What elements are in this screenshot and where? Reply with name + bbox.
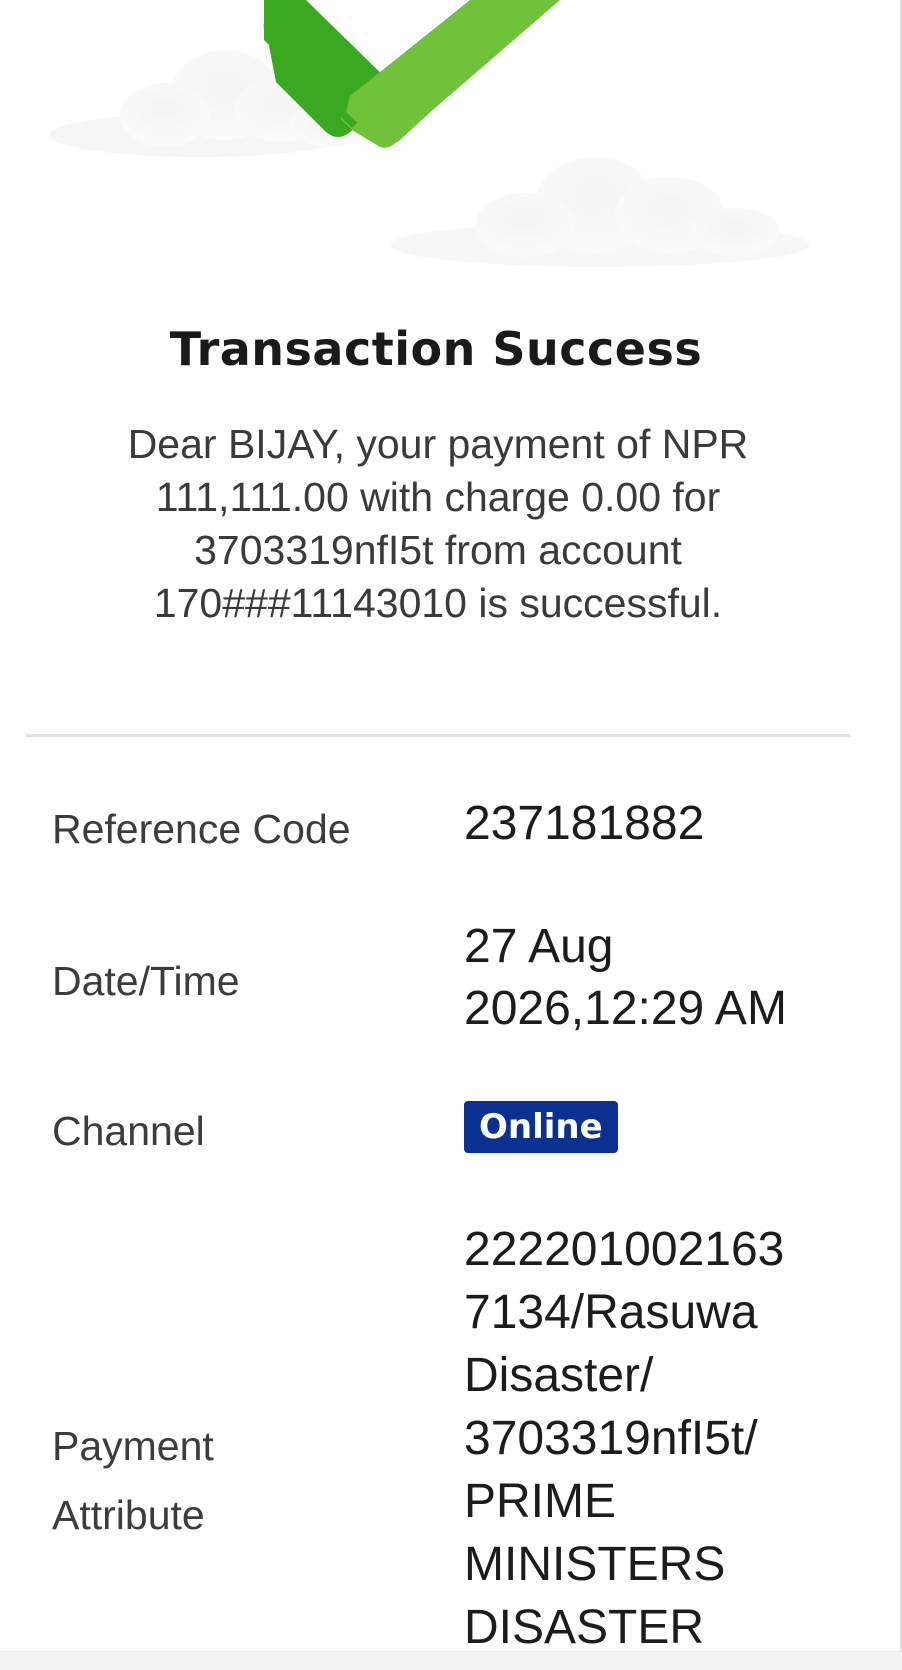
date-time-value-time: 2026,12:29 AM [464,982,787,1035]
date-time-value-date: 27 Aug [464,920,614,973]
date-time-label: Date/Time [52,958,240,1004]
payment-attribute-value-line: 222201002163 [464,1223,785,1276]
reference-code-label: Reference Code [52,806,351,852]
success-illustration-graphic [50,0,810,267]
payment-attribute-value: 222201002163 7134/Rasuwa Disaster/ 37033… [464,1218,874,1659]
payment-attribute-label-line: Payment [52,1423,214,1469]
page-title: Transaction Success [169,322,703,376]
payment-attribute-value-line: PRIME [464,1475,617,1528]
payment-attribute-value-line: 3703319nfI5t/ [464,1412,758,1465]
payment-attribute-value-line: Disaster/ [464,1349,654,1402]
date-time-value: 27 Aug 2026,12:29 AM [464,916,884,1040]
transaction-success-screen: Transaction Success Dear BIJAY, your pay… [0,0,902,1670]
success-message: Dear BIJAY, your payment of NPR 111,111.… [127,421,749,626]
payment-attribute-label: Payment Attribute [52,1412,412,1550]
bottom-bar [0,1651,902,1670]
reference-code-value: 237181882 [464,797,705,850]
payment-attribute-label-line: Attribute [52,1492,205,1538]
payment-attribute-value-line: 7134/Rasuwa [464,1286,758,1339]
payment-attribute-value-line: MINISTERS [464,1538,726,1591]
payment-attribute-value-line: DISASTER [464,1601,705,1654]
success-illustration [0,0,902,280]
cloud-icon [390,157,810,267]
channel-badge: Online [464,1101,618,1153]
divider [26,734,850,737]
channel-label: Channel [52,1108,205,1154]
